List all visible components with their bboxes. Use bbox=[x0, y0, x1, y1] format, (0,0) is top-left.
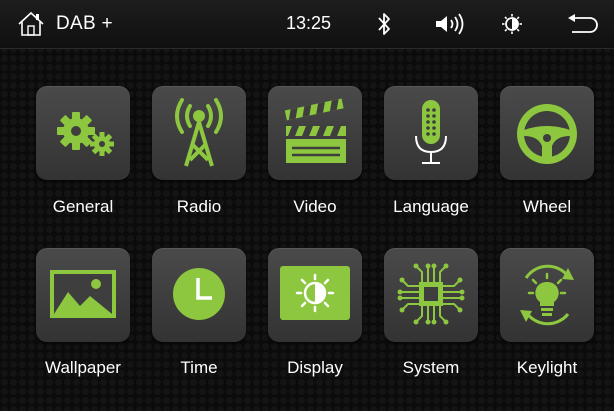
general-button[interactable] bbox=[36, 86, 130, 180]
back-icon[interactable] bbox=[566, 13, 598, 35]
lightbulb-icon bbox=[520, 264, 574, 326]
landscape-picture-icon bbox=[50, 270, 116, 318]
source-title: DAB + bbox=[56, 13, 113, 34]
display-button[interactable] bbox=[268, 248, 362, 342]
wheel-label: Wheel bbox=[522, 197, 572, 216]
volume-icon[interactable] bbox=[434, 13, 468, 35]
display-label: Display bbox=[287, 358, 343, 377]
home-icon[interactable] bbox=[17, 11, 45, 37]
system-label: System bbox=[402, 358, 460, 377]
status-bar: DAB + 13:25 bbox=[0, 0, 614, 49]
system-button[interactable] bbox=[384, 248, 478, 342]
chip-icon bbox=[397, 263, 465, 325]
clock-icon bbox=[173, 268, 225, 320]
wallpaper-label: Wallpaper bbox=[45, 358, 121, 377]
keylight-label: Keylight bbox=[516, 358, 578, 377]
language-label: Language bbox=[393, 197, 469, 216]
display-brightness-icon bbox=[280, 266, 350, 320]
wallpaper-button[interactable] bbox=[36, 248, 130, 342]
time-button[interactable] bbox=[152, 248, 246, 342]
keylight-button[interactable] bbox=[500, 248, 594, 342]
video-label: Video bbox=[293, 197, 337, 216]
language-button[interactable] bbox=[384, 86, 478, 180]
radio-button[interactable] bbox=[152, 86, 246, 180]
general-label: General bbox=[52, 197, 114, 216]
time-label: Time bbox=[180, 358, 218, 377]
radio-label: Radio bbox=[176, 197, 222, 216]
clock-time: 13:25 bbox=[286, 13, 332, 33]
clapperboard-icon bbox=[284, 98, 346, 163]
radio-tower-icon bbox=[175, 98, 223, 167]
brightness-icon[interactable] bbox=[502, 14, 522, 34]
settings-screen: DAB + 13:25 General Radio Video Language… bbox=[0, 0, 614, 411]
microphone-icon bbox=[415, 100, 447, 164]
bluetooth-icon[interactable] bbox=[376, 11, 392, 37]
steering-wheel-icon bbox=[517, 104, 577, 164]
wheel-button[interactable] bbox=[500, 86, 594, 180]
video-button[interactable] bbox=[268, 86, 362, 180]
gears-icon bbox=[57, 112, 114, 156]
